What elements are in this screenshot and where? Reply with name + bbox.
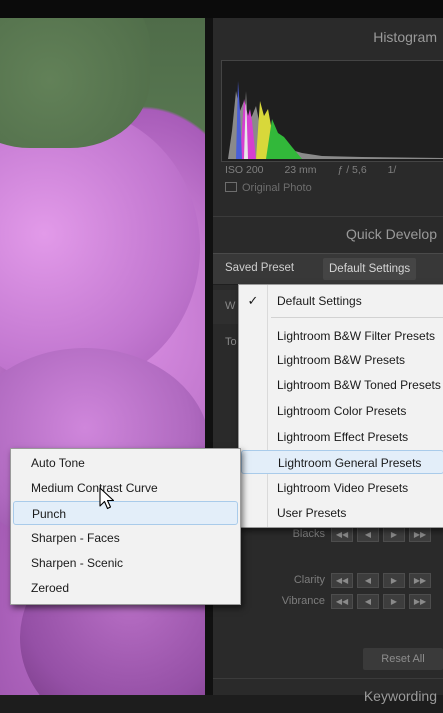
menu-item-default-settings[interactable]: ✓ Default Settings	[239, 289, 443, 313]
exif-info: ISO 200 23 mm ƒ / 5,6 1/	[225, 164, 443, 176]
clarity-label: Clarity	[293, 574, 325, 586]
menu-item-bw-filter-presets[interactable]: Lightroom B&W Filter Presets	[239, 324, 443, 348]
clarity-slider-row: Clarity ◀◀ ◀ ▶ ▶▶	[213, 571, 443, 591]
quick-develop-header[interactable]: Quick Develop	[213, 216, 443, 251]
original-photo-toggle[interactable]: Original Photo	[225, 182, 312, 194]
keywording-title: Keywording	[363, 688, 437, 704]
blacks-label: Blacks	[292, 528, 325, 540]
menu-item-user-presets[interactable]: User Presets	[239, 501, 443, 525]
submenu-item-sharpen-faces[interactable]: Sharpen - Faces	[11, 526, 240, 550]
quick-develop-title: Quick Develop	[345, 226, 437, 242]
focal-length: 23 mm	[284, 164, 317, 176]
clarity-decrease-button[interactable]: ◀	[357, 573, 379, 588]
blacks-large-increase-button[interactable]: ▶▶	[409, 527, 431, 542]
submenu-item-label: Sharpen - Faces	[31, 531, 120, 545]
saved-preset-dropdown[interactable]: Default Settings	[323, 258, 417, 280]
vibrance-slider-row: Vibrance ◀◀ ◀ ▶ ▶▶	[213, 592, 443, 612]
tone-control-label: To	[225, 336, 237, 348]
clarity-increase-button[interactable]: ▶	[383, 573, 405, 588]
top-bar	[0, 0, 443, 18]
menu-item-general-presets[interactable]: Lightroom General Presets	[241, 450, 443, 474]
general-presets-submenu: Auto Tone Medium Contrast Curve Punch Sh…	[10, 448, 241, 605]
menu-item-effect-presets[interactable]: Lightroom Effect Presets	[239, 425, 443, 449]
submenu-item-label: Zeroed	[31, 581, 70, 595]
clarity-large-decrease-button[interactable]: ◀◀	[331, 573, 353, 588]
histogram-header[interactable]: Histogram	[213, 20, 443, 54]
menu-separator	[271, 317, 443, 318]
histogram-graph	[228, 81, 443, 159]
saved-preset-row: Saved Preset Default Settings	[213, 253, 443, 285]
submenu-item-medium-contrast-curve[interactable]: Medium Contrast Curve	[11, 476, 240, 500]
vibrance-increase-button[interactable]: ▶	[383, 594, 405, 609]
vibrance-large-decrease-button[interactable]: ◀◀	[331, 594, 353, 609]
submenu-item-label: Punch	[32, 507, 67, 521]
menu-item-label: Lightroom General Presets	[278, 456, 422, 470]
checkbox-icon[interactable]	[225, 182, 237, 192]
blacks-large-decrease-button[interactable]: ◀◀	[331, 527, 353, 542]
petal-shape	[0, 108, 200, 388]
menu-item-bw-presets[interactable]: Lightroom B&W Presets	[239, 348, 443, 372]
menu-item-video-presets[interactable]: Lightroom Video Presets	[239, 476, 443, 500]
menu-item-label: Lightroom B&W Presets	[277, 353, 406, 367]
aperture: ƒ / 5,6	[337, 164, 367, 176]
saved-preset-label: Saved Preset	[225, 262, 295, 274]
menu-item-label: Lightroom Effect Presets	[277, 430, 409, 444]
iso-value: ISO 200	[225, 164, 264, 176]
vibrance-large-increase-button[interactable]: ▶▶	[409, 594, 431, 609]
vibrance-decrease-button[interactable]: ◀	[357, 594, 379, 609]
menu-item-label: User Presets	[277, 506, 347, 520]
histogram	[221, 60, 443, 162]
menu-item-label: Default Settings	[277, 294, 362, 308]
submenu-item-label: Sharpen - Scenic	[31, 556, 124, 570]
submenu-item-punch[interactable]: Punch	[13, 501, 238, 525]
shutter: 1/	[387, 164, 397, 176]
mouse-pointer-icon	[99, 487, 115, 510]
keywording-header[interactable]: Keywording	[213, 678, 443, 713]
preset-dropdown-menu: ✓ Default Settings Lightroom B&W Filter …	[238, 284, 443, 528]
vibrance-label: Vibrance	[281, 595, 325, 607]
original-photo-label: Original Photo	[242, 182, 312, 194]
checkmark-icon: ✓	[247, 293, 259, 308]
menu-item-label: Lightroom Color Presets	[277, 404, 407, 418]
submenu-item-sharpen-scenic[interactable]: Sharpen - Scenic	[11, 551, 240, 575]
menu-item-color-presets[interactable]: Lightroom Color Presets	[239, 399, 443, 423]
submenu-item-zeroed[interactable]: Zeroed	[11, 576, 240, 600]
menu-item-bw-toned-presets[interactable]: Lightroom B&W Toned Presets	[239, 373, 443, 397]
white-balance-label: W	[225, 300, 236, 312]
blacks-increase-button[interactable]: ▶	[383, 527, 405, 542]
submenu-item-label: Medium Contrast Curve	[31, 481, 158, 495]
submenu-item-label: Auto Tone	[31, 456, 85, 470]
blacks-decrease-button[interactable]: ◀	[357, 527, 379, 542]
menu-item-label: Lightroom Video Presets	[277, 481, 409, 495]
menu-item-label: Lightroom B&W Toned Presets	[277, 378, 441, 392]
submenu-item-auto-tone[interactable]: Auto Tone	[11, 451, 240, 475]
reset-all-button[interactable]: Reset All	[363, 648, 443, 670]
blacks-slider-row: Blacks ◀◀ ◀ ▶ ▶▶	[213, 525, 443, 545]
clarity-large-increase-button[interactable]: ▶▶	[409, 573, 431, 588]
menu-item-label: Lightroom B&W Filter Presets	[277, 329, 436, 343]
